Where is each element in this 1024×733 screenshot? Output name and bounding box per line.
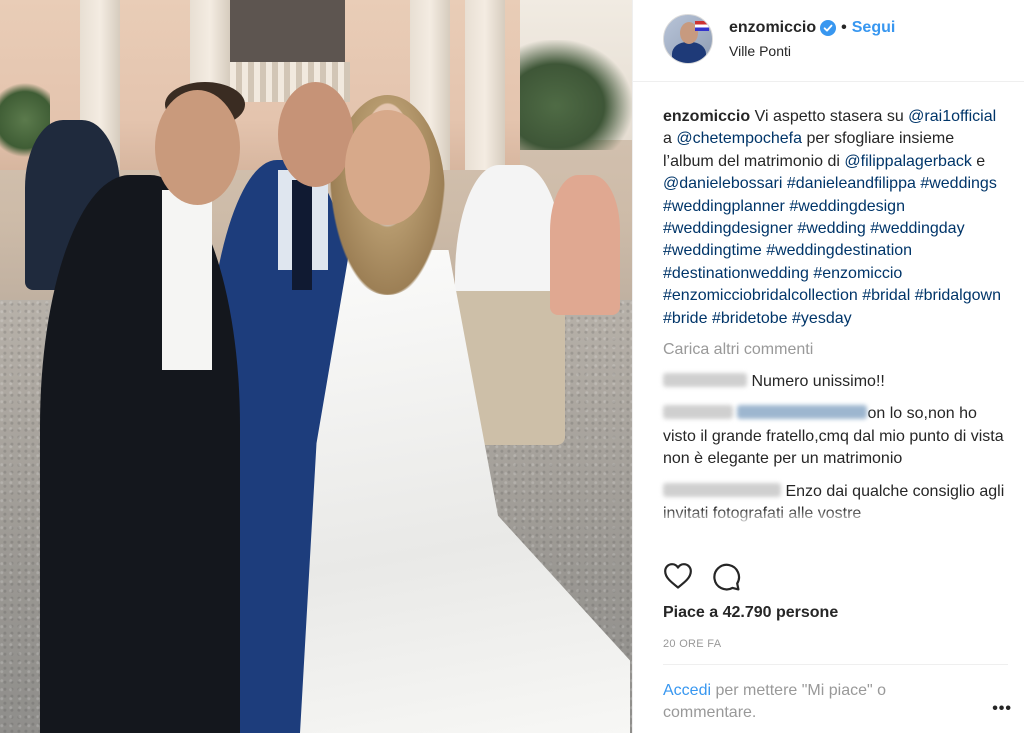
post-header: enzomiccio • Segui Ville Ponti — [633, 0, 1024, 82]
hashtag-link[interactable]: #enzomiccio — [813, 265, 902, 282]
photo-trees — [505, 40, 632, 150]
photo-face — [345, 110, 430, 225]
hashtag-link[interactable]: #weddings — [920, 175, 997, 192]
heart-icon[interactable] — [663, 562, 693, 590]
login-prompt: Accedi per mettere "Mi piace" o commenta… — [663, 680, 963, 724]
mention-link[interactable]: @rai1official — [908, 108, 996, 125]
separator-dot: • — [841, 19, 847, 36]
hashtag-link[interactable]: #bridalgown — [915, 287, 1001, 304]
photo-column — [465, 0, 505, 170]
blurred-username[interactable] — [663, 405, 733, 420]
post-timestamp[interactable]: 20 ORE FA — [663, 638, 721, 650]
comments-list[interactable]: enzomiccio Vi aspetto stasera su @rai1of… — [633, 82, 1024, 552]
header-username[interactable]: enzomiccio — [729, 18, 816, 38]
comment: Numero unissimo!! — [663, 371, 1008, 393]
hashtag-link[interactable]: #weddingtime — [663, 242, 762, 259]
comment: Enzo dai qualche consiglio agli invitati… — [663, 481, 1008, 526]
comment-text: Numero unissimo!! — [751, 373, 885, 391]
photo-guest — [550, 175, 620, 315]
photo-shirt — [162, 190, 212, 370]
photo-face — [155, 90, 240, 205]
photo-tie — [292, 180, 312, 290]
more-options-icon[interactable]: ••• — [992, 700, 1012, 718]
blurred-username[interactable] — [663, 373, 747, 388]
hashtag-link[interactable]: #weddingdesign — [789, 198, 905, 215]
comment: on lo so,non ho visto il grande fratello… — [663, 403, 1008, 470]
post-sidebar: enzomiccio • Segui Ville Ponti enzomicci… — [632, 0, 1024, 733]
blurred-mention[interactable] — [737, 405, 868, 420]
mention-link[interactable]: @chetempochefa — [676, 130, 802, 147]
caption-username[interactable]: enzomiccio — [663, 108, 750, 125]
hashtag-link[interactable]: #bridetobe — [712, 310, 788, 327]
hashtag-link[interactable]: #bridal — [862, 287, 910, 304]
verified-badge-icon — [820, 20, 837, 36]
photo-face — [278, 82, 353, 187]
divider — [663, 664, 1008, 665]
action-bar — [663, 562, 741, 592]
comment-icon[interactable] — [711, 562, 741, 592]
hashtag-link[interactable]: #enzomicciobridalcollection — [663, 287, 858, 304]
load-more-comments-button[interactable]: Carica altri commenti — [663, 339, 1008, 361]
hashtag-link[interactable]: #weddingdestination — [766, 242, 912, 259]
hashtag-list: #danieleandfilippa #weddings #weddingpla… — [663, 175, 1001, 326]
mention-link[interactable]: @filippalagerback — [844, 153, 971, 170]
hashtag-link[interactable]: #yesday — [792, 310, 852, 327]
hashtag-link[interactable]: #weddingday — [870, 220, 964, 237]
likes-count[interactable]: Piace a 42.790 persone — [663, 604, 838, 622]
mention-link[interactable]: @danielebossari — [663, 175, 782, 192]
post-photo[interactable] — [0, 0, 632, 733]
login-link[interactable]: Accedi — [663, 682, 711, 699]
follow-button[interactable]: Segui — [852, 18, 896, 38]
avatar[interactable] — [663, 14, 713, 64]
blurred-username[interactable] — [663, 482, 781, 497]
hashtag-link[interactable]: #weddingplanner — [663, 198, 785, 215]
hashtag-link[interactable]: #wedding — [797, 220, 866, 237]
hashtag-link[interactable]: #danieleandfilippa — [787, 175, 916, 192]
hashtag-link[interactable]: #destinationwedding — [663, 265, 809, 282]
hashtag-link[interactable]: #bride — [663, 310, 707, 327]
caption: enzomiccio Vi aspetto stasera su @rai1of… — [663, 108, 1001, 327]
location-link[interactable]: Ville Ponti — [729, 42, 895, 60]
header-info: enzomiccio • Segui Ville Ponti — [729, 14, 895, 60]
hashtag-link[interactable]: #weddingdesigner — [663, 220, 793, 237]
